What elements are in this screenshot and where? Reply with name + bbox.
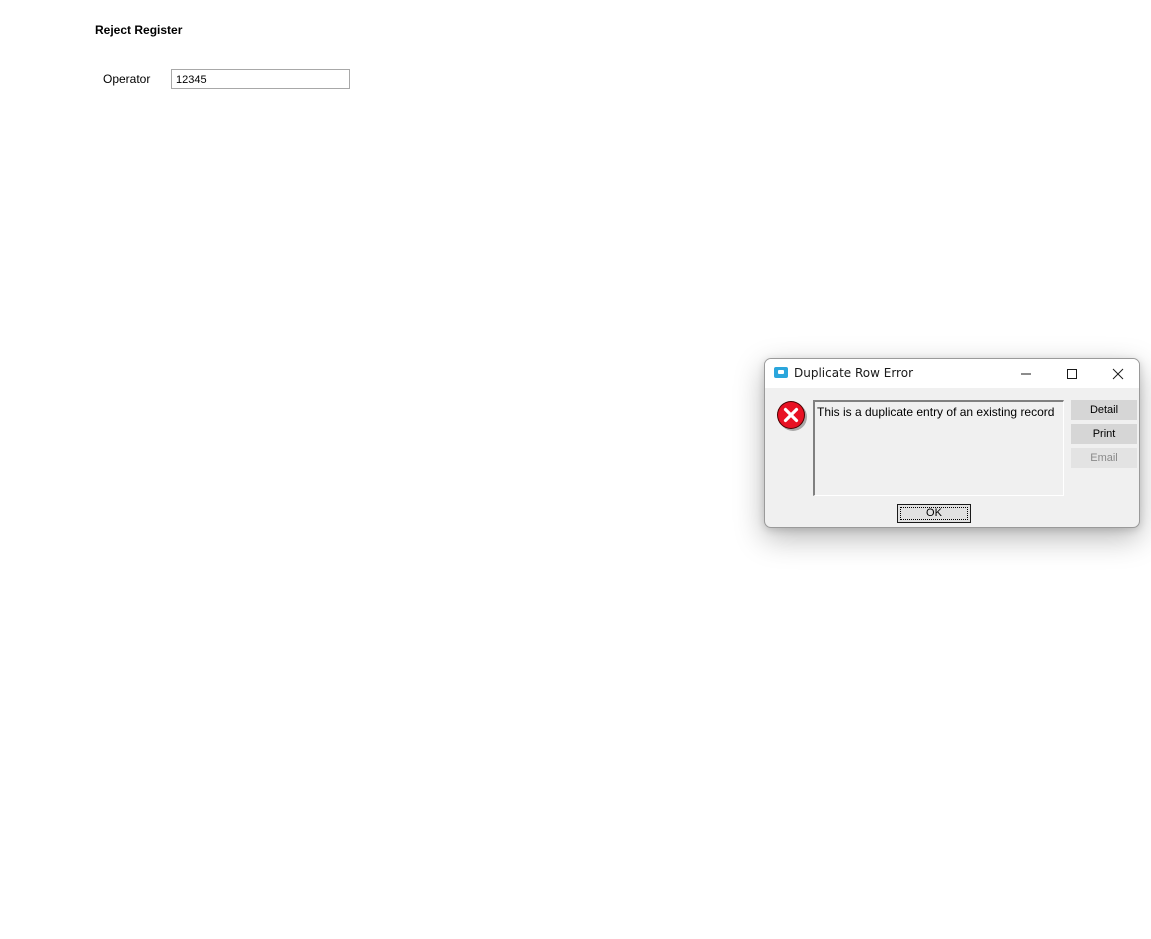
email-button[interactable]: Email xyxy=(1071,448,1137,468)
print-button[interactable]: Print xyxy=(1071,424,1137,444)
form-title: Reject Register xyxy=(95,23,183,37)
close-icon xyxy=(1112,368,1124,380)
app-window-icon xyxy=(774,367,788,378)
dialog-title: Duplicate Row Error xyxy=(794,366,914,380)
operator-input[interactable]: 12345 xyxy=(171,69,350,89)
maximize-button[interactable] xyxy=(1049,359,1095,388)
dialog-titlebar[interactable]: Duplicate Row Error xyxy=(765,359,1139,388)
close-button[interactable] xyxy=(1095,359,1139,388)
ok-button[interactable]: OK xyxy=(897,504,971,523)
minimize-icon xyxy=(1021,373,1031,375)
error-message-box: This is a duplicate entry of an existing… xyxy=(813,400,1064,496)
detail-button[interactable]: Detail xyxy=(1071,400,1137,420)
minimize-button[interactable] xyxy=(1003,359,1049,388)
duplicate-row-error-dialog: Duplicate Row Error This is a duplicate … xyxy=(764,358,1140,528)
operator-label: Operator xyxy=(103,72,151,86)
error-x-icon xyxy=(777,401,807,431)
maximize-icon xyxy=(1067,369,1077,379)
